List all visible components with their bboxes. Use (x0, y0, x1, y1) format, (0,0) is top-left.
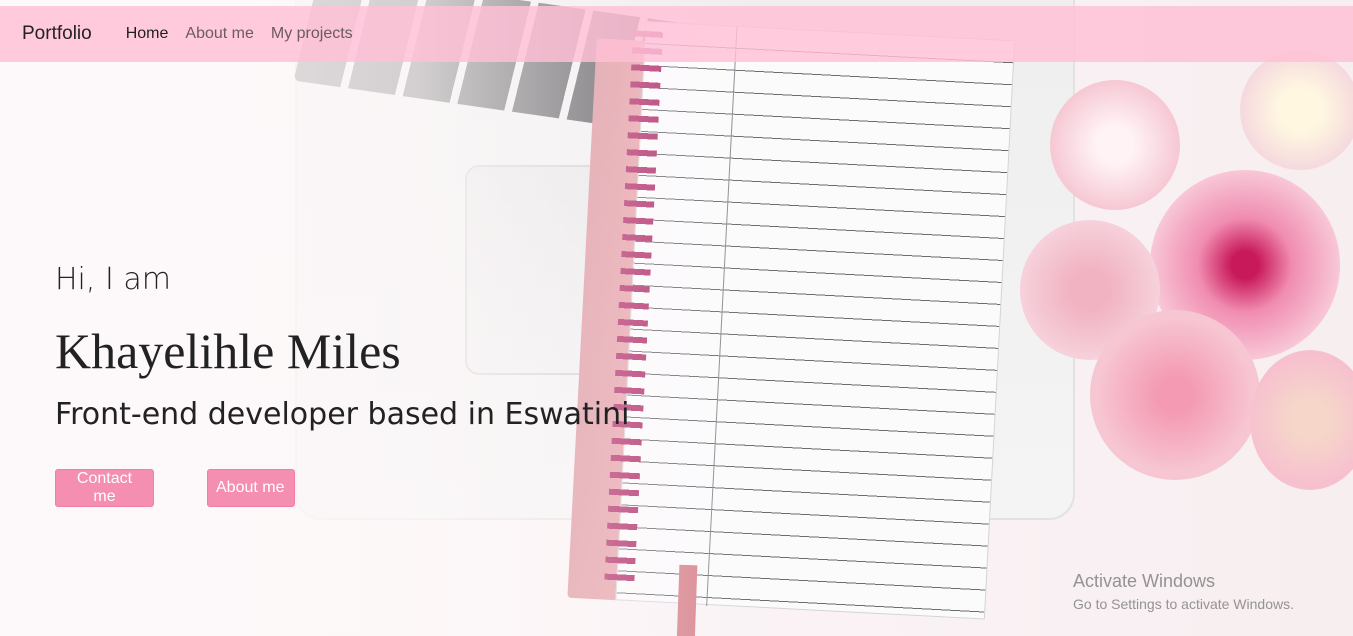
nav-link-about-me[interactable]: About me (185, 25, 253, 43)
nav-link-home[interactable]: Home (126, 25, 169, 43)
hero-background (0, 0, 1353, 636)
hero-name: Khayelihle Miles (55, 323, 401, 379)
flowers-image (1010, 50, 1353, 530)
left-fade-overlay (0, 0, 760, 636)
windows-activation-subtitle: Go to Settings to activate Windows. (1073, 596, 1294, 612)
nav-link-my-projects[interactable]: My projects (271, 25, 353, 43)
top-navbar: Portfolio Home About me My projects (0, 6, 1353, 62)
about-me-button[interactable]: About me (207, 469, 295, 507)
brand-link[interactable]: Portfolio (22, 23, 92, 45)
contact-me-button[interactable]: Contact me (55, 469, 154, 507)
hero-greeting: Hi, I am (55, 262, 171, 297)
hero-role: Front-end developer based in Eswatini (55, 397, 630, 432)
windows-activation-title: Activate Windows (1073, 571, 1216, 591)
